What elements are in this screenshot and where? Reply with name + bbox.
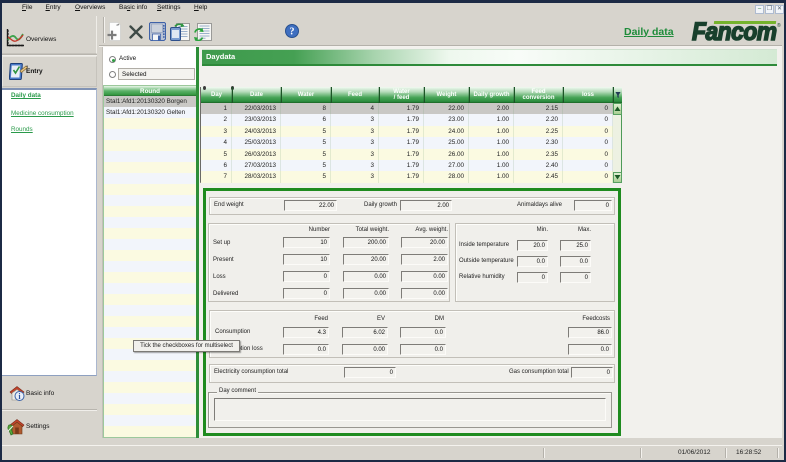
svg-text:?: ? (290, 27, 295, 38)
